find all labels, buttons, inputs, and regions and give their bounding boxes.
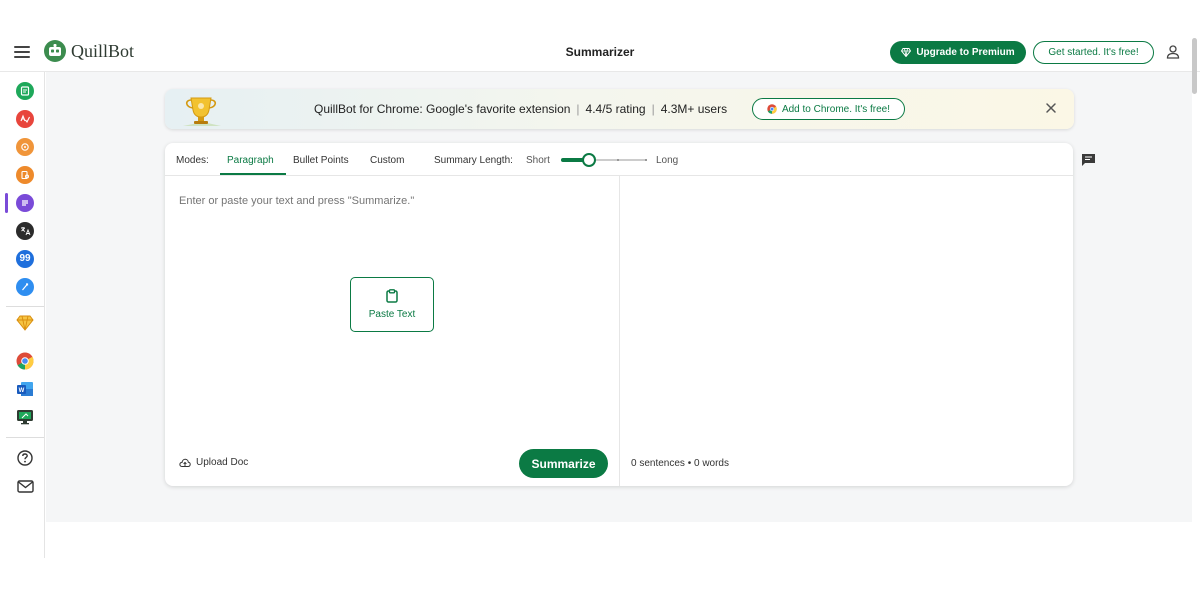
feedback-icon[interactable] bbox=[1081, 153, 1096, 167]
citation-generator-icon[interactable]: 99 bbox=[16, 250, 34, 268]
pane-divider bbox=[619, 176, 620, 486]
tab-custom[interactable]: Custom bbox=[370, 155, 404, 166]
summary-length-slider[interactable] bbox=[561, 153, 647, 167]
summary-length-long-label: Long bbox=[656, 155, 679, 166]
paste-text-button[interactable]: Paste Text bbox=[350, 277, 434, 332]
word-addin-icon[interactable]: W bbox=[16, 380, 34, 398]
chrome-extension-banner: QuillBot for Chrome: Google's favorite e… bbox=[165, 89, 1074, 129]
sidebar-active-indicator bbox=[5, 193, 8, 213]
get-started-button[interactable]: Get started. It's free! bbox=[1033, 41, 1154, 64]
banner-users-text: 4.3M+ users bbox=[660, 102, 728, 116]
summary-length-short-label: Short bbox=[526, 155, 550, 166]
upgrade-label: Upgrade to Premium bbox=[916, 47, 1015, 58]
page-title: Summarizer bbox=[565, 45, 635, 59]
add-to-chrome-label: Add to Chrome. It's free! bbox=[781, 103, 891, 115]
cloud-upload-icon bbox=[179, 458, 191, 467]
slider-step-dot bbox=[645, 159, 647, 161]
quillbot-logo[interactable]: QuillBot bbox=[44, 40, 134, 62]
mail-icon[interactable] bbox=[16, 477, 34, 495]
add-to-chrome-button[interactable]: Add to Chrome. It's free! bbox=[752, 98, 905, 120]
modes-label: Modes: bbox=[176, 155, 209, 166]
chrome-extension-icon[interactable] bbox=[16, 352, 34, 370]
slider-step-dot bbox=[617, 159, 619, 161]
banner-rating-text: 4.4/5 rating bbox=[585, 102, 646, 116]
modes-toolbar: Modes: Paragraph Bullet Points Custom Su… bbox=[165, 143, 1073, 176]
clipboard-icon bbox=[386, 289, 398, 303]
page-scrollbar[interactable] bbox=[1192, 38, 1197, 94]
active-tab-underline bbox=[220, 173, 286, 175]
input-textarea[interactable]: Enter or paste your text and press "Summ… bbox=[179, 195, 414, 207]
chrome-icon bbox=[767, 104, 777, 114]
quillbot-logo-icon bbox=[44, 40, 66, 62]
summarizer-card: Modes: Paragraph Bullet Points Custom Su… bbox=[165, 143, 1073, 486]
close-icon[interactable] bbox=[1044, 101, 1058, 115]
tools-sidebar: 99 W bbox=[0, 72, 45, 558]
desktop-app-icon[interactable] bbox=[16, 408, 34, 426]
user-account-icon[interactable] bbox=[1165, 44, 1181, 60]
output-stats: 0 sentences • 0 words bbox=[631, 458, 729, 469]
tab-bullet-points[interactable]: Bullet Points bbox=[293, 155, 349, 166]
brand-name: QuillBot bbox=[71, 40, 135, 61]
summary-length-label: Summary Length: bbox=[434, 155, 513, 166]
diamond-icon bbox=[901, 48, 912, 57]
plagiarism-checker-icon[interactable] bbox=[16, 166, 34, 184]
grammar-checker-icon[interactable] bbox=[16, 110, 34, 128]
summarizer-icon[interactable] bbox=[16, 194, 34, 212]
upgrade-to-premium-button[interactable]: Upgrade to Premium bbox=[890, 41, 1026, 64]
premium-diamond-icon[interactable] bbox=[16, 314, 34, 332]
trophy-icon bbox=[183, 97, 221, 126]
sidebar-divider bbox=[6, 306, 44, 307]
sidebar-divider bbox=[6, 437, 44, 438]
ai-detector-icon[interactable] bbox=[16, 138, 34, 156]
upload-doc-label: Upload Doc bbox=[196, 457, 249, 468]
top-header: QuillBot Summarizer Upgrade to Premium G… bbox=[0, 34, 1200, 72]
quillbot-flow-icon[interactable] bbox=[16, 278, 34, 296]
summarize-button[interactable]: Summarize bbox=[519, 449, 608, 478]
banner-message: QuillBot for Chrome: Google's favorite e… bbox=[314, 102, 728, 116]
banner-main-text: QuillBot for Chrome: Google's favorite e… bbox=[314, 102, 571, 116]
translator-icon[interactable] bbox=[16, 222, 34, 240]
svg-text:W: W bbox=[19, 388, 25, 394]
upload-doc-button[interactable]: Upload Doc bbox=[179, 457, 248, 468]
tab-paragraph[interactable]: Paragraph bbox=[227, 155, 274, 166]
paraphraser-icon[interactable] bbox=[16, 82, 34, 100]
paste-text-label: Paste Text bbox=[368, 309, 416, 320]
slider-thumb[interactable] bbox=[582, 153, 597, 167]
help-icon[interactable] bbox=[16, 449, 34, 467]
hamburger-menu-icon[interactable] bbox=[14, 46, 30, 58]
